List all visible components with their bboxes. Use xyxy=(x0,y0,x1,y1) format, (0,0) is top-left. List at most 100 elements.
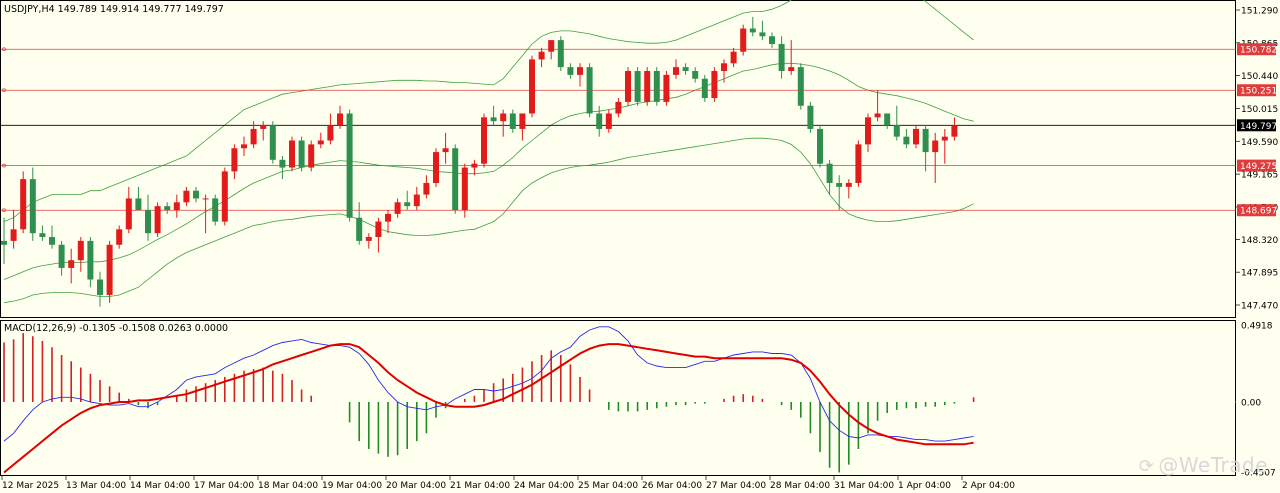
candle-body xyxy=(577,67,583,75)
candle-body xyxy=(682,67,689,72)
macd-tick-label: 0.4918 xyxy=(1241,322,1273,332)
candle-body xyxy=(97,279,103,295)
candle-body xyxy=(932,140,939,153)
candle-body xyxy=(221,171,228,222)
price-tick-label: 147.895 xyxy=(1241,269,1278,279)
candle-body xyxy=(116,229,123,245)
candle-body xyxy=(721,63,727,72)
candle-body xyxy=(87,240,94,280)
candle-body xyxy=(663,74,670,102)
candle-body xyxy=(365,237,372,241)
time-tick-label: 25 Mar 04:00 xyxy=(578,481,638,491)
candle-body xyxy=(39,233,46,238)
candle-body xyxy=(903,136,910,145)
candle-body xyxy=(202,198,209,200)
candle-body xyxy=(548,40,555,52)
candle-body xyxy=(346,113,353,218)
time-tick-label: 21 Mar 04:00 xyxy=(450,481,510,491)
time-tick-label: 20 Mar 04:00 xyxy=(386,481,446,491)
candle-body xyxy=(759,32,766,37)
candle-body xyxy=(788,67,795,72)
candlestick-chart: 151.290150.865150.440150.015149.590149.1… xyxy=(0,0,1278,491)
candle-body xyxy=(279,159,286,168)
candle-body xyxy=(385,213,391,222)
candle-body xyxy=(289,140,295,168)
candle-body xyxy=(893,125,900,137)
macd-signal-line xyxy=(3,343,974,474)
candle-body xyxy=(817,128,823,164)
candle-body xyxy=(884,113,891,126)
macd-line xyxy=(3,326,974,442)
candle-body xyxy=(58,244,65,268)
time-tick-label: 18 Mar 04:00 xyxy=(258,481,318,491)
candle-body xyxy=(413,194,420,207)
candle-body xyxy=(615,101,622,114)
candle-body xyxy=(452,148,459,211)
time-tick-label: 19 Mar 04:00 xyxy=(322,481,382,491)
candle-body xyxy=(375,221,382,238)
candle-body xyxy=(586,67,593,114)
candle-body xyxy=(634,71,641,102)
candle-body xyxy=(154,206,161,234)
candle-body xyxy=(231,148,238,172)
price-tick-label: 150.015 xyxy=(1241,105,1278,115)
candle-body xyxy=(769,36,775,44)
candle-body xyxy=(913,128,919,145)
macd-tick-label: 0.00 xyxy=(1241,399,1261,409)
candle-body xyxy=(164,206,171,211)
candle-body xyxy=(730,51,737,64)
level-label: 148.697 xyxy=(1240,207,1277,217)
candle-body xyxy=(865,117,871,145)
price-tick-label: 150.440 xyxy=(1241,72,1278,82)
time-tick-label: 27 Mar 04:00 xyxy=(706,481,766,491)
macd-header: MACD(12,26,9) -0.1305 -0.1508 0.0263 0.0… xyxy=(4,323,228,334)
candle-body xyxy=(404,202,411,207)
candle-body xyxy=(394,202,401,214)
candle-body xyxy=(481,117,487,164)
candle-body xyxy=(500,113,507,122)
candle-body xyxy=(269,125,276,160)
symbol-header: USDJPY,H4 149.789 149.914 149.777 149.79… xyxy=(4,4,224,15)
candle-body xyxy=(490,117,497,122)
candle-body xyxy=(778,43,785,72)
level-label: 149.275 xyxy=(1240,162,1277,172)
candle-body xyxy=(49,237,55,245)
level-label: 150.782 xyxy=(1240,46,1277,56)
candle-body xyxy=(250,128,257,145)
candle-body xyxy=(183,190,190,203)
candle-body xyxy=(317,140,324,145)
price-panel-frame xyxy=(0,0,1236,318)
candle-body xyxy=(845,182,852,187)
level-label: 150.251 xyxy=(1240,87,1277,97)
candle-body xyxy=(797,67,804,106)
candle-body xyxy=(327,125,334,141)
time-tick-label: 28 Mar 04:00 xyxy=(770,481,830,491)
candle-body xyxy=(874,113,881,118)
candle-body xyxy=(10,229,17,241)
candle-body xyxy=(711,71,718,99)
candle-body xyxy=(625,71,631,102)
watermark: ⟳ @WeTrade xyxy=(1139,453,1268,477)
candle-body xyxy=(951,125,958,137)
candle-body xyxy=(442,148,449,153)
price-tick-label: 148.320 xyxy=(1241,236,1278,246)
candle-body xyxy=(557,40,564,68)
candle-body xyxy=(241,144,247,149)
candle-body xyxy=(29,179,36,234)
price-tick-label: 149.590 xyxy=(1241,138,1278,148)
candle-body xyxy=(941,136,948,141)
candle-body xyxy=(1,240,7,245)
candle-body xyxy=(567,67,574,75)
candle-body xyxy=(461,167,468,211)
price-panel xyxy=(1,0,1236,307)
price-tick-label: 151.290 xyxy=(1241,7,1278,17)
candle-body xyxy=(433,152,439,183)
candle-body xyxy=(673,67,679,75)
candle-body xyxy=(471,163,478,168)
time-tick-label: 17 Mar 04:00 xyxy=(194,481,254,491)
candle-body xyxy=(855,144,862,183)
time-tick-label: 13 Mar 04:00 xyxy=(66,481,126,491)
wetrade-logo-icon: ⟳ xyxy=(1138,456,1155,477)
candle-body xyxy=(922,128,929,153)
candle-body xyxy=(308,144,315,168)
